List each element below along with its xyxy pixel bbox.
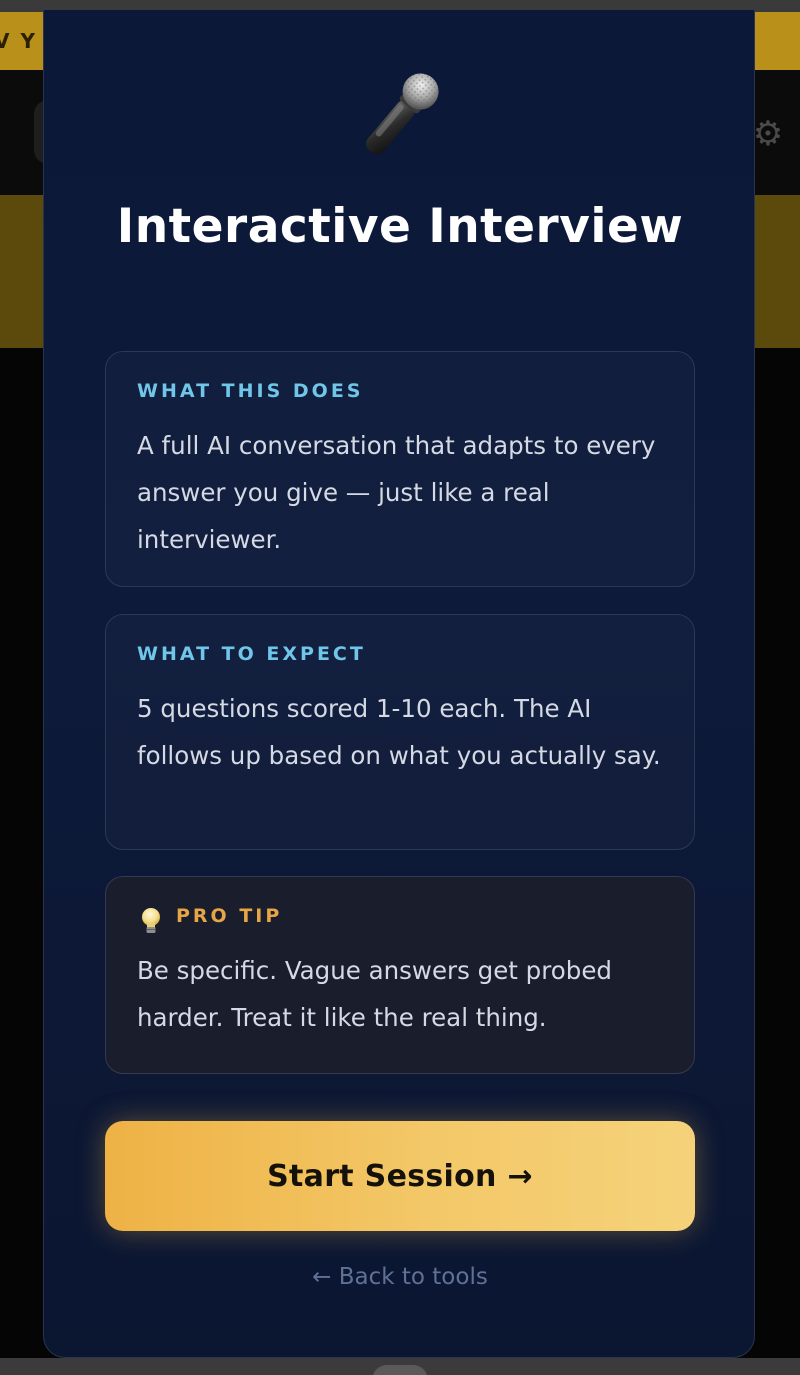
card-label: WHAT THIS DOES	[137, 380, 364, 402]
interview-modal: Interactive Interview WHAT THIS DOES A f…	[43, 10, 755, 1358]
home-indicator	[372, 1365, 428, 1375]
card-body: A full AI conversation that adapts to ev…	[137, 431, 656, 554]
info-card-pro-tip: PRO TIP Be specific. Vague answers get p…	[105, 876, 695, 1074]
start-session-button[interactable]: Start Session →	[105, 1121, 695, 1231]
card-label: WHAT TO EXPECT	[137, 643, 366, 665]
ticker-text-left: V Y	[0, 29, 37, 53]
microphone-icon	[366, 73, 439, 155]
card-label: PRO TIP	[176, 905, 283, 927]
info-card-what-to-expect: WHAT TO EXPECT 5 questions scored 1-10 e…	[105, 614, 695, 850]
back-to-tools-link[interactable]: ← Back to tools	[44, 1264, 754, 1290]
lightbulb-icon	[142, 908, 160, 933]
card-body: 5 questions scored 1-10 each. The AI fol…	[137, 694, 661, 770]
info-card-what-this-does: WHAT THIS DOES A full AI conversation th…	[105, 351, 695, 587]
modal-title: Interactive Interview	[44, 196, 754, 258]
modal-title-text: Interactive Interview	[116, 199, 684, 254]
bottom-bar	[0, 1358, 800, 1375]
card-body: Be specific. Vague answers get probed ha…	[137, 956, 612, 1032]
screen: V Y UA ⚙	[0, 0, 800, 1375]
